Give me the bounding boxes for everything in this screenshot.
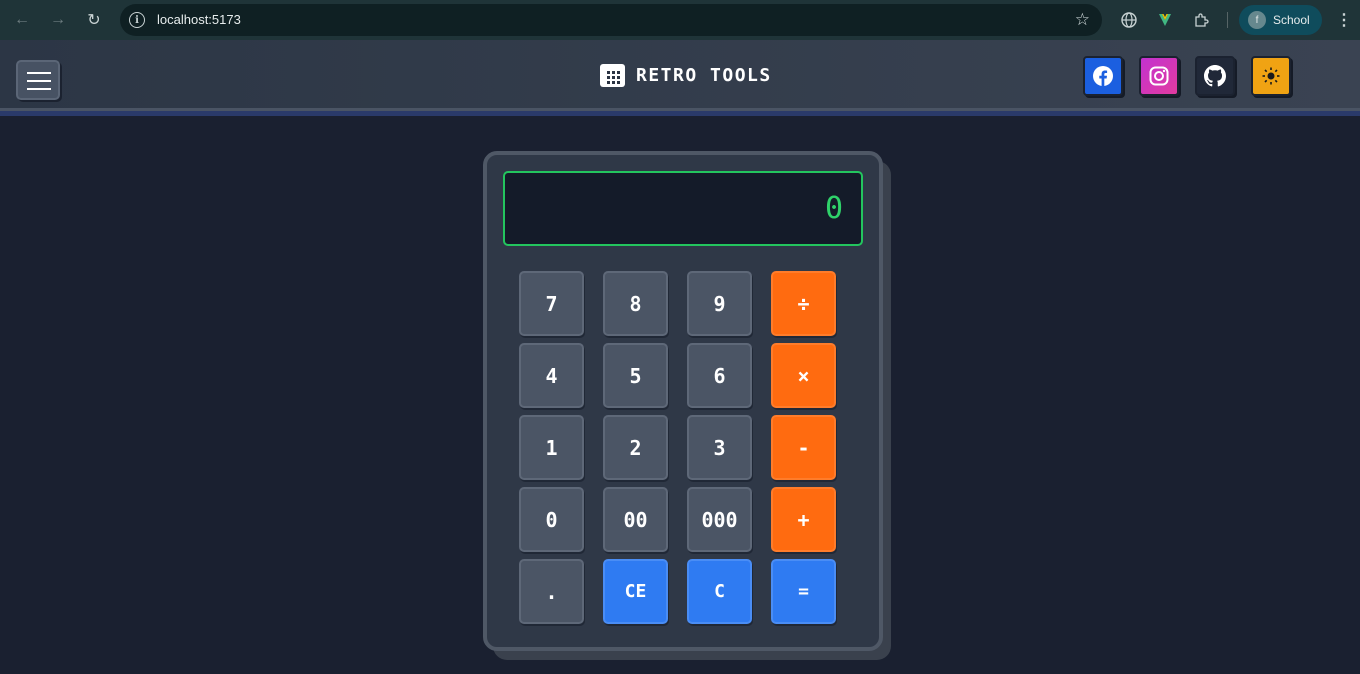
digit-8-button[interactable]: 8: [603, 271, 668, 336]
calculator-logo-icon: [600, 64, 625, 87]
decimal-button[interactable]: .: [519, 559, 584, 624]
digit-1-button[interactable]: 1: [519, 415, 584, 480]
github-button[interactable]: [1195, 56, 1235, 96]
add-button[interactable]: +: [771, 487, 836, 552]
clear-button[interactable]: C: [687, 559, 752, 624]
bookmark-star-icon[interactable]: ☆: [1075, 10, 1090, 30]
digit-0-button[interactable]: 0: [519, 487, 584, 552]
header-divider: [0, 108, 1360, 116]
digit-9-button[interactable]: 9: [687, 271, 752, 336]
digit-2-button[interactable]: 2: [603, 415, 668, 480]
back-arrow-icon[interactable]: ←: [10, 8, 34, 32]
display-value: 0: [824, 191, 843, 226]
url-text[interactable]: localhost:5173: [157, 12, 241, 27]
sun-icon: [1262, 67, 1280, 85]
extensions-puzzle-icon[interactable]: [1190, 9, 1212, 31]
browser-menu-icon[interactable]: ⋮: [1336, 10, 1352, 30]
profile-name: School: [1273, 13, 1310, 27]
globe-extension-icon[interactable]: [1118, 9, 1140, 31]
clear-entry-button[interactable]: CE: [603, 559, 668, 624]
brand: RETRO TOOLS: [600, 64, 772, 87]
menu-line-icon: [27, 88, 51, 90]
digit-00-button[interactable]: 00: [603, 487, 668, 552]
page-title: RETRO TOOLS: [636, 65, 772, 86]
theme-toggle-button[interactable]: [1251, 56, 1291, 96]
menu-line-icon: [27, 80, 51, 82]
hamburger-menu-button[interactable]: [16, 60, 60, 100]
digit-6-button[interactable]: 6: [687, 343, 752, 408]
avatar: f: [1248, 11, 1266, 29]
facebook-icon: [1093, 66, 1113, 86]
instagram-icon: [1149, 66, 1169, 86]
profile-button[interactable]: f School: [1239, 5, 1322, 35]
toolbar-divider: [1227, 12, 1228, 28]
digit-5-button[interactable]: 5: [603, 343, 668, 408]
multiply-button[interactable]: ×: [771, 343, 836, 408]
reload-icon[interactable]: ↻: [82, 8, 106, 32]
calculator-display: 0: [503, 171, 863, 246]
instagram-button[interactable]: [1139, 56, 1179, 96]
app-header: RETRO TOOLS: [0, 40, 1360, 108]
browser-toolbar: ← → ↻ i localhost:5173 ☆ f School ⋮: [0, 0, 1360, 40]
github-icon: [1204, 65, 1226, 87]
forward-arrow-icon[interactable]: →: [46, 8, 70, 32]
digit-4-button[interactable]: 4: [519, 343, 584, 408]
site-info-icon[interactable]: i: [129, 12, 145, 28]
subtract-button[interactable]: -: [771, 415, 836, 480]
equals-button[interactable]: =: [771, 559, 836, 624]
digit-000-button[interactable]: 000: [687, 487, 752, 552]
facebook-button[interactable]: [1083, 56, 1123, 96]
digit-7-button[interactable]: 7: [519, 271, 584, 336]
calculator: 0 7 8 9 ÷ 4 5 6 × 1 2 3-0 00 000 +. CE C =: [483, 151, 883, 651]
divide-button[interactable]: ÷: [771, 271, 836, 336]
vue-devtools-icon[interactable]: [1154, 9, 1176, 31]
address-bar[interactable]: i localhost:5173 ☆: [120, 4, 1102, 36]
menu-line-icon: [27, 72, 51, 74]
digit-3-button[interactable]: 3: [687, 415, 752, 480]
